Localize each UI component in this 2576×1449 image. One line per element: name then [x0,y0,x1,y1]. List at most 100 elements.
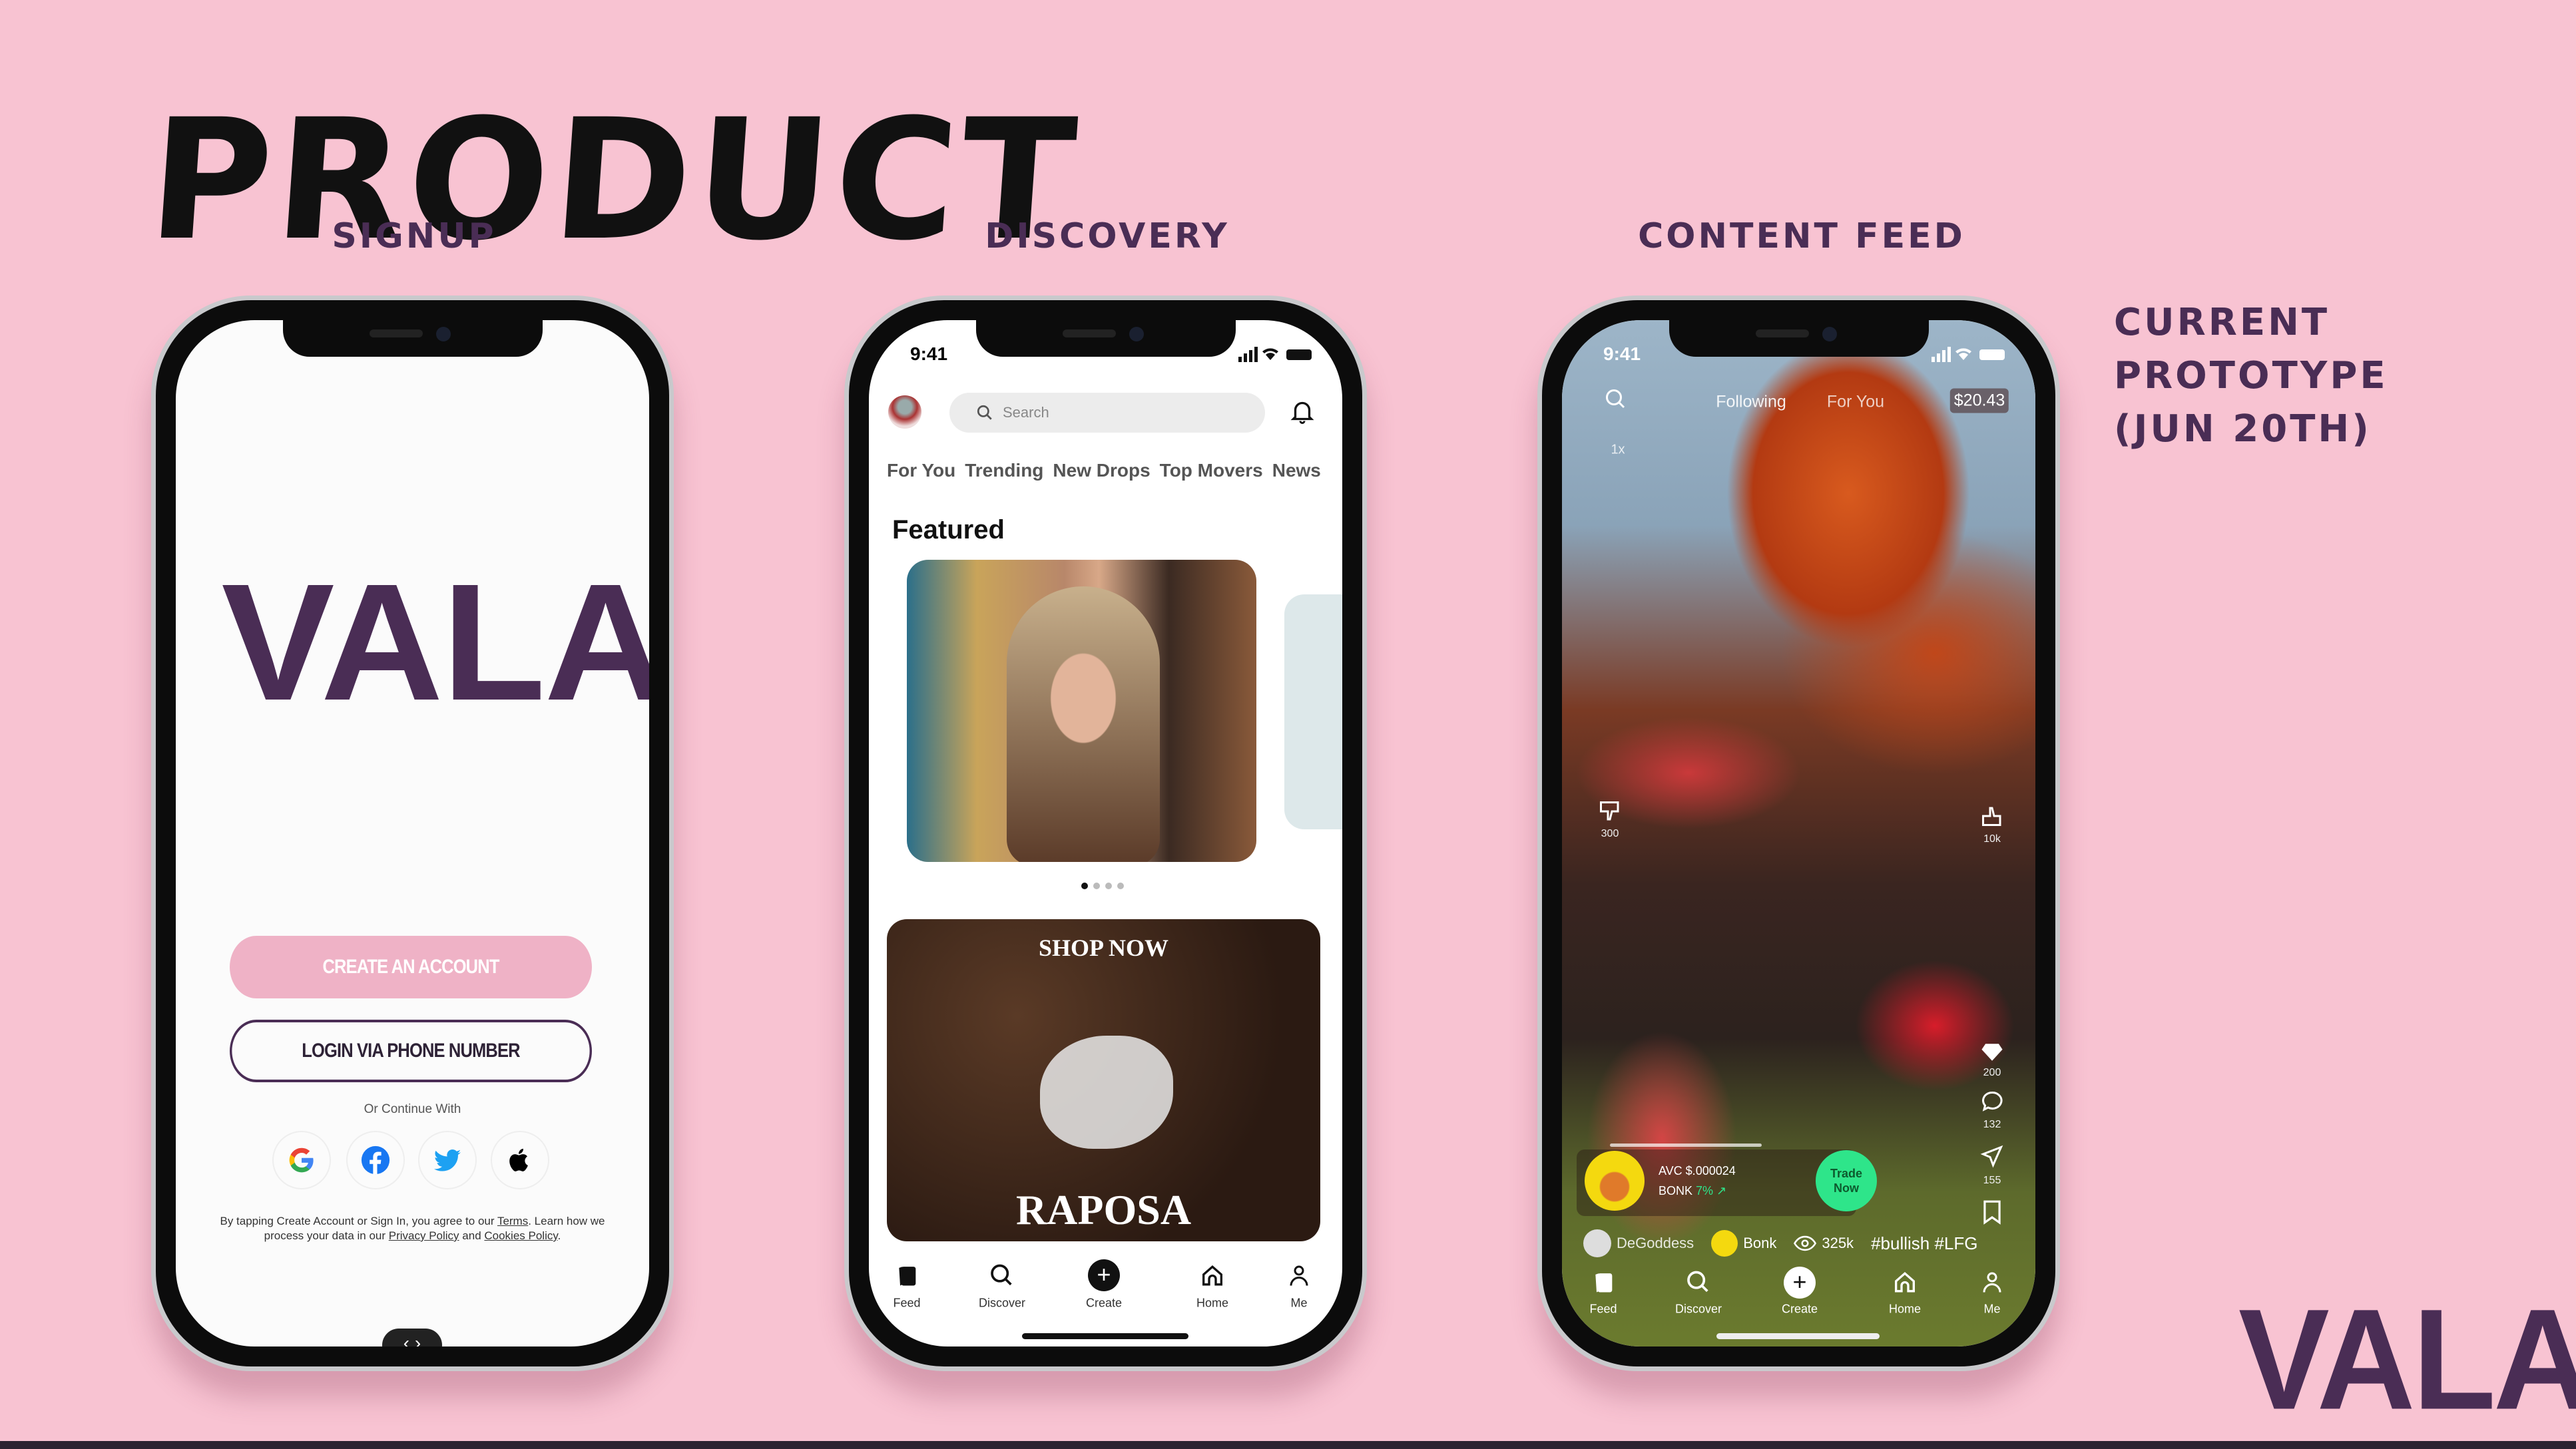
thumbs-up-icon[interactable] [1980,804,2004,828]
cookies-link[interactable]: Cookies Policy [484,1229,557,1242]
nav-label: Feed [1589,1302,1617,1316]
profile-avatar[interactable] [888,395,921,429]
nav-home[interactable] [1199,1263,1226,1293]
nav-feed[interactable] [894,1263,920,1293]
hashtags[interactable]: #bullish #LFG [1871,1233,1977,1254]
brand-logo: VALA [221,549,649,735]
token-price: AVC $.000024 [1659,1164,1736,1177]
search-icon [991,1264,1012,1286]
coin-name[interactable]: Bonk [1743,1235,1776,1252]
person-icon [1983,1272,2001,1293]
token-change: 7% [1696,1184,1714,1197]
video-progress[interactable] [1610,1143,1762,1147]
tab-following[interactable]: Following [1716,393,1786,412]
apple-button[interactable] [491,1131,549,1189]
create-account-button[interactable]: CREATE AN ACCOUNT [230,936,592,998]
thumbs-down-icon[interactable] [1598,799,1622,823]
featured-image [1007,586,1160,862]
search-icon [1687,1271,1708,1293]
plus-icon[interactable]: + [1784,1267,1816,1299]
terms-link[interactable]: Terms [497,1215,528,1227]
search-input[interactable]: Search [949,393,1265,433]
promo-brand: RAPOSA [1015,1186,1192,1233]
featured-card[interactable] [907,560,1256,862]
legal-fragment: By tapping Create Account or Sign In, yo… [220,1215,497,1227]
eye-icon [1794,1235,1817,1251]
tab-top-movers[interactable]: Top Movers [1160,460,1263,481]
gem-count: 200 [1983,1067,2001,1078]
comment-count: 132 [1983,1119,2001,1130]
privacy-link[interactable]: Privacy Policy [389,1229,459,1242]
nav-discover[interactable] [1685,1269,1712,1299]
legal-text: By tapping Create Account or Sign In, yo… [202,1214,623,1243]
pager-arrows[interactable]: ‹ › [382,1329,442,1346]
bell-icon[interactable] [1290,399,1314,425]
status-time: 9:41 [1603,343,1641,364]
login-phone-button[interactable]: LOGIN VIA PHONE NUMBER [230,1020,592,1082]
tab-new-drops[interactable]: New Drops [1053,460,1150,481]
note-line: CURRENT [2114,301,2330,344]
fox-logo [1040,1036,1173,1149]
comment-icon[interactable] [1980,1090,2004,1114]
status-icons [1932,347,2005,362]
diamond-icon[interactable] [1981,1042,2003,1062]
twitter-button[interactable] [418,1131,477,1189]
twitter-icon [433,1149,461,1171]
signup-phone: VALA CREATE AN ACCOUNT LOGIN VIA PHONE N… [151,296,674,1371]
playback-speed[interactable]: 1x [1611,443,1625,458]
promo-card[interactable]: SHOP NOW RAPOSA [887,919,1320,1241]
legal-fragment: and [459,1229,485,1242]
nav-feed[interactable] [1590,1269,1617,1299]
note-line: (JUN 20TH) [2114,407,2372,451]
carousel-dots [1081,883,1124,889]
home-indicator [1716,1333,1880,1339]
google-button[interactable] [272,1131,331,1189]
nav-label: Discover [1674,1302,1722,1316]
post-meta: DeGoddess Bonk 325k #bullish #LFG [1583,1229,1977,1257]
feed-icon [899,1267,916,1286]
view-count: 325k [1822,1235,1854,1251]
nav-label: Home [1888,1302,1922,1316]
plus-icon[interactable]: + [1088,1259,1120,1291]
search-icon[interactable] [1604,387,1628,411]
nav-me[interactable] [1287,1263,1311,1293]
token-row: BONK 7% ↗ [1659,1184,1726,1198]
creator-name[interactable]: DeGoddess [1617,1235,1694,1252]
notch [282,320,543,357]
creator-avatar[interactable] [1583,1229,1611,1257]
vala-logo: VALA [2238,1279,2576,1440]
share-count: 155 [1983,1175,2001,1186]
notch [975,320,1236,357]
share-icon[interactable] [1980,1144,2004,1168]
promo-title: SHOP NOW [1038,934,1169,961]
tab-trending[interactable]: Trending [965,460,1043,481]
discovery-label: DISCOVERY [985,216,1230,256]
note-line: PROTOTYPE [2114,354,2388,397]
trend-up-icon: ↗ [1713,1184,1727,1197]
next-featured-card[interactable] [1284,594,1342,829]
nav-home[interactable] [1892,1269,1918,1299]
home-icon [1895,1271,1915,1293]
legal-fragment: . [557,1229,561,1242]
bonk-coin-icon [1711,1230,1738,1257]
tab-news[interactable]: News [1272,460,1321,481]
bonk-coin-icon[interactable] [1585,1151,1645,1211]
tab-for-you[interactable]: For You [887,460,955,481]
signup-screen: VALA CREATE AN ACCOUNT LOGIN VIA PHONE N… [176,320,649,1346]
feed-screen: 9:41 Following For You $20.43 1x 300 10k… [1562,320,2035,1346]
facebook-icon [361,1145,390,1175]
home-indicator [1022,1333,1188,1339]
google-icon [289,1147,314,1173]
nav-label: Discover [978,1296,1026,1310]
nav-me[interactable] [1980,1269,2004,1299]
nav-label: Me [1290,1296,1308,1310]
tab-for-you[interactable]: For You [1827,393,1884,412]
facebook-button[interactable] [346,1131,405,1189]
nav-label: Feed [893,1296,921,1310]
nav-label: Create [1781,1302,1818,1316]
trade-now-button[interactable]: Trade Now [1816,1150,1877,1211]
nav-discover[interactable] [989,1263,1015,1293]
bookmark-icon[interactable] [1982,1199,2002,1225]
status-time: 9:41 [910,343,948,364]
wallet-balance[interactable]: $20.43 [1949,388,2009,413]
